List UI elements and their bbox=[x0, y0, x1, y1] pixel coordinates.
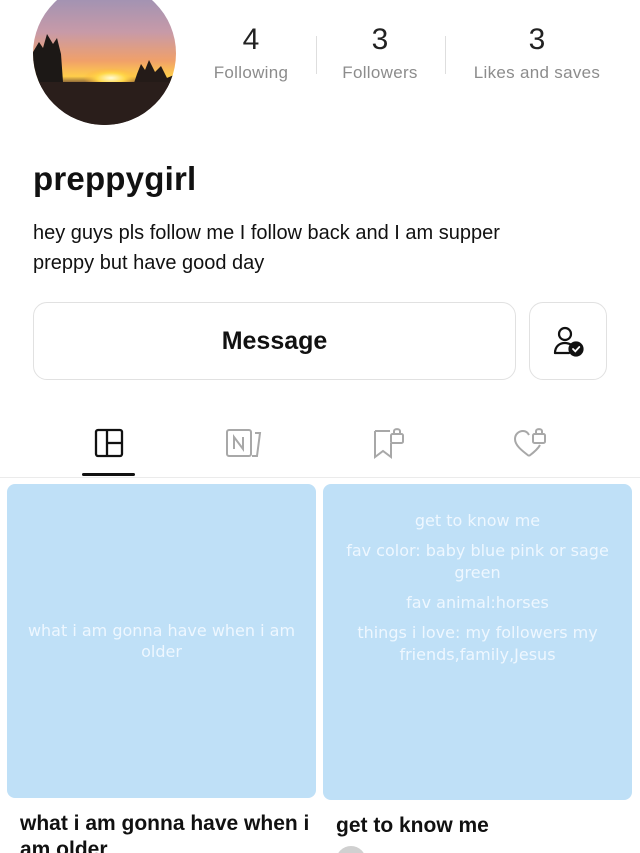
following-status-button[interactable] bbox=[529, 302, 607, 380]
tab-collections[interactable] bbox=[358, 418, 418, 468]
following-label: Following bbox=[213, 63, 289, 82]
bio-line: hey guys pls follow me I follow back and… bbox=[33, 222, 500, 244]
heart-lock-icon bbox=[513, 428, 546, 457]
post-title[interactable]: get to know me bbox=[336, 813, 626, 839]
username: preppygirl bbox=[33, 160, 197, 197]
likes-stat[interactable]: 3 Likes and saves bbox=[462, 22, 612, 84]
following-stat[interactable]: 4 Following bbox=[200, 22, 302, 84]
likes-count: 3 bbox=[528, 23, 546, 56]
cover-line: fav animal:horses bbox=[406, 593, 549, 612]
stat-divider bbox=[316, 36, 317, 74]
followers-count: 3 bbox=[371, 23, 389, 56]
message-button[interactable]: Message bbox=[33, 302, 516, 380]
post-cover-text: what i am gonna have when i am older bbox=[27, 621, 296, 661]
followers-stat[interactable]: 3 Followers bbox=[330, 22, 430, 84]
tab-selected-indicator bbox=[82, 473, 135, 476]
post-card[interactable]: what i am gonna have when i am older bbox=[7, 484, 316, 798]
stat-divider bbox=[445, 36, 446, 74]
cover-line: things i love: my followers my friends,f… bbox=[357, 623, 598, 664]
likes-label: Likes and saves bbox=[473, 63, 601, 82]
bio-line: preppy but have good day bbox=[33, 252, 265, 274]
bookmark-lock-icon bbox=[374, 428, 404, 459]
notes-icon bbox=[226, 429, 262, 457]
tab-notes[interactable] bbox=[214, 418, 274, 468]
avatar[interactable] bbox=[33, 0, 176, 125]
bio: hey guys pls follow me I follow back and… bbox=[33, 218, 593, 278]
followers-label: Followers bbox=[342, 63, 418, 82]
user-check-icon bbox=[553, 326, 584, 357]
cover-line: fav color: baby blue pink or sage green bbox=[346, 541, 609, 582]
post-title[interactable]: what i am gonna have when i am older bbox=[20, 811, 310, 853]
post-card[interactable]: get to know me fav color: baby blue pink… bbox=[323, 484, 632, 800]
cover-line: get to know me bbox=[414, 511, 541, 530]
tab-liked[interactable] bbox=[500, 418, 560, 468]
post-cover-text: get to know me fav color: baby blue pink… bbox=[333, 510, 622, 674]
profile-page: 4 Following 3 Followers 3 Likes and save… bbox=[0, 0, 640, 853]
tab-posts[interactable] bbox=[79, 418, 139, 468]
following-count: 4 bbox=[242, 23, 260, 56]
grid-icon bbox=[94, 428, 124, 458]
